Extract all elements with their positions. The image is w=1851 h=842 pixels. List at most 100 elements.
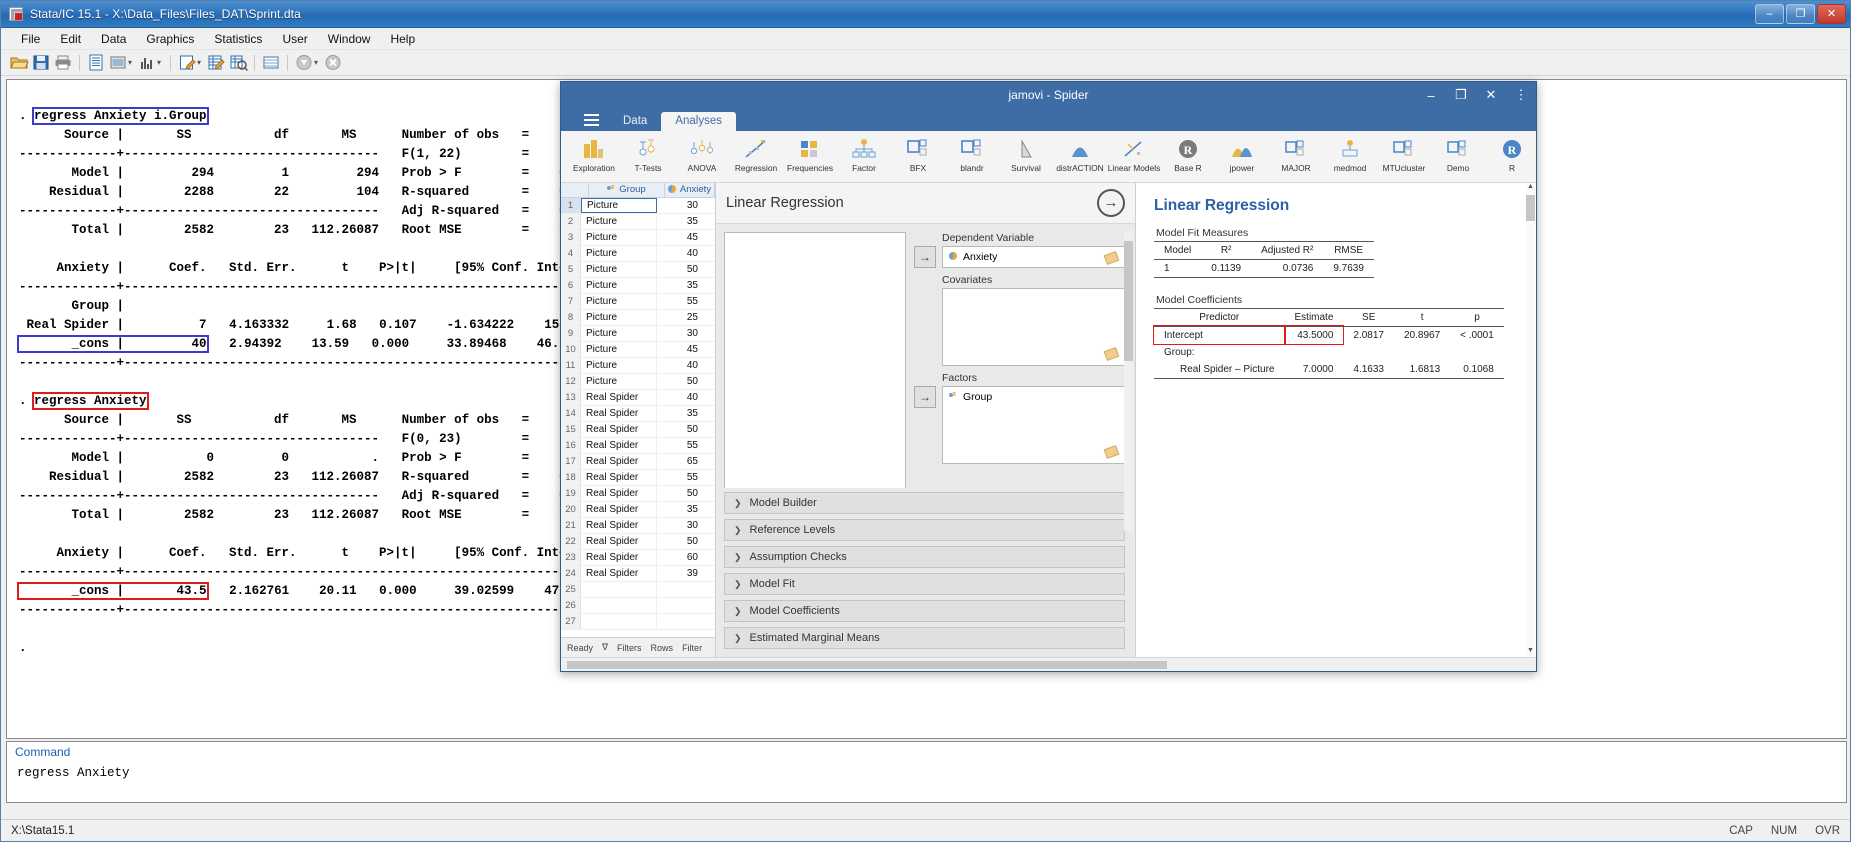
- results-scrollbar[interactable]: ▲ ▼: [1526, 182, 1535, 658]
- data-editor-icon[interactable]: [206, 53, 226, 72]
- stata-maximize-button[interactable]: ❐: [1786, 4, 1815, 24]
- ribbon-anova[interactable]: ANOVA: [675, 134, 729, 182]
- cell-anxiety[interactable]: 40: [657, 390, 703, 405]
- stata-command-pane[interactable]: Command regress Anxiety: [6, 741, 1847, 803]
- cell-anxiety[interactable]: 50: [657, 374, 703, 389]
- cell-anxiety[interactable]: 30: [657, 198, 703, 213]
- cell-anxiety[interactable]: 55: [657, 470, 703, 485]
- cell-anxiety[interactable]: 65: [657, 454, 703, 469]
- cell-anxiety[interactable]: [657, 614, 703, 629]
- ribbon-exploration[interactable]: Exploration: [567, 134, 621, 182]
- menu-item-user[interactable]: User: [272, 30, 317, 48]
- spreadsheet-rows[interactable]: 1 Picture 30 2 Picture 35 3 Picture 45 4 Picture 40…: [561, 197, 715, 638]
- save-icon[interactable]: [31, 53, 51, 72]
- menu-item-statistics[interactable]: Statistics: [204, 30, 272, 48]
- ribbon-bfx[interactable]: BFX: [891, 134, 945, 182]
- ribbon-demo[interactable]: Demo: [1431, 134, 1485, 182]
- command-input[interactable]: regress Anxiety: [7, 762, 1846, 784]
- cell-anxiety[interactable]: 45: [657, 342, 703, 357]
- cell-anxiety[interactable]: [657, 582, 703, 597]
- cell-anxiety[interactable]: 50: [657, 486, 703, 501]
- table-row[interactable]: 15 Real Spider 50: [561, 421, 715, 438]
- ribbon-frequencies[interactable]: Frequencies: [783, 134, 837, 182]
- cell-anxiety[interactable]: 50: [657, 534, 703, 549]
- cell-group[interactable]: Real Spider: [581, 565, 657, 581]
- ribbon-linear-models[interactable]: Linear Models: [1107, 134, 1161, 182]
- cell-group[interactable]: Real Spider: [581, 421, 657, 437]
- table-row[interactable]: 1 Picture 30: [561, 197, 715, 214]
- cell-group[interactable]: Picture: [581, 245, 657, 261]
- stata-close-button[interactable]: ✕: [1817, 4, 1846, 24]
- cell-group[interactable]: Real Spider: [581, 437, 657, 453]
- cell-group[interactable]: Real Spider: [581, 501, 657, 517]
- variables-manager-icon[interactable]: [261, 53, 281, 72]
- tab-analyses[interactable]: Analyses: [661, 112, 736, 131]
- column-header-group[interactable]: Group: [589, 182, 665, 197]
- table-row[interactable]: 22 Real Spider 50: [561, 533, 715, 550]
- arrow-right-circle-icon[interactable]: →: [1097, 188, 1125, 217]
- table-row[interactable]: 25: [561, 581, 715, 598]
- table-row[interactable]: 27: [561, 613, 715, 630]
- edit-pencil-icon[interactable]: [1103, 445, 1120, 459]
- assign-dependent-button[interactable]: →: [914, 245, 936, 268]
- table-row[interactable]: 23 Real Spider 60: [561, 549, 715, 566]
- cell-group[interactable]: Picture: [581, 341, 657, 357]
- table-row[interactable]: 17 Real Spider 65: [561, 453, 715, 470]
- cell-group[interactable]: Picture: [581, 229, 657, 245]
- graph-icon[interactable]: [137, 53, 157, 72]
- cell-group[interactable]: Picture: [581, 325, 657, 341]
- open-folder-icon[interactable]: [9, 53, 29, 72]
- cell-group[interactable]: Picture: [581, 197, 657, 213]
- ribbon-major[interactable]: MAJOR: [1269, 134, 1323, 182]
- break-dropdown-icon[interactable]: ▾: [314, 58, 318, 67]
- section-reference-levels[interactable]: ❯ Reference Levels: [724, 519, 1125, 542]
- cell-anxiety[interactable]: 50: [657, 262, 703, 277]
- menu-item-help[interactable]: Help: [380, 30, 425, 48]
- cell-group[interactable]: Real Spider: [581, 485, 657, 501]
- cell-anxiety[interactable]: 35: [657, 502, 703, 517]
- do-file-editor-icon[interactable]: [177, 53, 197, 72]
- options-scrollbar[interactable]: [1124, 230, 1133, 531]
- table-row[interactable]: 11 Picture 40: [561, 357, 715, 374]
- cell-anxiety[interactable]: 40: [657, 246, 703, 261]
- results-scrollbar-thumb[interactable]: [1526, 194, 1535, 221]
- ribbon-r[interactable]: RR: [1485, 134, 1536, 182]
- ribbon-distraction[interactable]: distrACTION: [1053, 134, 1107, 182]
- section-assumption-checks[interactable]: ❯ Assumption Checks: [724, 546, 1125, 569]
- log-icon[interactable]: [86, 53, 106, 72]
- cell-anxiety[interactable]: 35: [657, 406, 703, 421]
- menu-item-data[interactable]: Data: [91, 30, 136, 48]
- factor-item[interactable]: Group: [949, 391, 1118, 403]
- factors-dropzone[interactable]: Group: [942, 385, 1125, 464]
- table-row[interactable]: 6 Picture 35: [561, 277, 715, 294]
- tab-data[interactable]: Data: [609, 112, 661, 131]
- viewer-dropdown-icon[interactable]: ▾: [128, 58, 132, 67]
- cell-anxiety[interactable]: 35: [657, 214, 703, 229]
- table-row[interactable]: 20 Real Spider 35: [561, 501, 715, 518]
- editor-dropdown-icon[interactable]: ▾: [197, 58, 201, 67]
- table-row[interactable]: 26: [561, 597, 715, 614]
- cell-group[interactable]: Picture: [581, 293, 657, 309]
- cell-group[interactable]: Real Spider: [581, 405, 657, 421]
- filters-label[interactable]: Filters: [617, 643, 642, 653]
- cell-anxiety[interactable]: 35: [657, 278, 703, 293]
- table-row[interactable]: 7 Picture 55: [561, 293, 715, 310]
- table-row[interactable]: 5 Picture 50: [561, 261, 715, 278]
- data-spreadsheet[interactable]: Group Anxiety 1Picture302Picture353Pictu…: [561, 182, 716, 658]
- section-model-fit[interactable]: ❯ Model Fit: [724, 573, 1125, 596]
- filters-icon[interactable]: ∇: [602, 642, 608, 653]
- stata-minimize-button[interactable]: –: [1755, 4, 1784, 24]
- menu-item-file[interactable]: File: [11, 30, 50, 48]
- scroll-down-icon[interactable]: ▼: [1526, 647, 1535, 657]
- table-row[interactable]: 9 Picture 30: [561, 325, 715, 342]
- edit-pencil-icon[interactable]: [1103, 347, 1120, 361]
- table-row[interactable]: 12 Picture 50: [561, 373, 715, 390]
- assign-factors-button[interactable]: →: [914, 385, 936, 408]
- jamovi-close-button[interactable]: ✕: [1476, 82, 1506, 108]
- ribbon-factor[interactable]: Factor: [837, 134, 891, 182]
- jamovi-minimize-button[interactable]: –: [1416, 82, 1446, 108]
- cell-group[interactable]: Picture: [581, 261, 657, 277]
- print-icon[interactable]: [53, 53, 73, 72]
- ribbon-survival[interactable]: Survival: [999, 134, 1053, 182]
- cell-anxiety[interactable]: 45: [657, 230, 703, 245]
